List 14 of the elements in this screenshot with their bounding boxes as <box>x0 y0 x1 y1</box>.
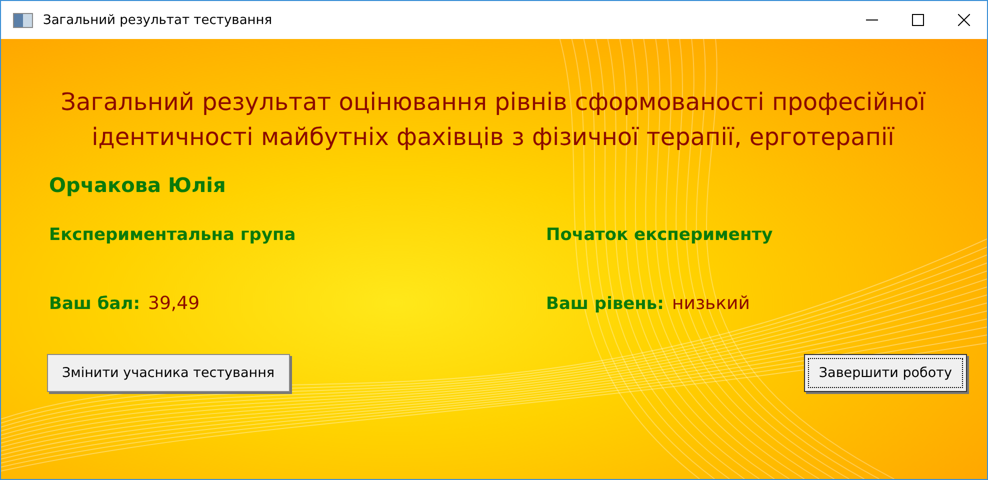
score-value: 39,49 <box>148 293 200 314</box>
maximize-icon <box>912 14 924 26</box>
score-label: Ваш бал: <box>49 294 140 314</box>
participant-name: Орчакова Юлія <box>49 173 227 197</box>
window-title: Загальний результат тестування <box>43 12 274 28</box>
stage-label: Початок експерименту <box>546 225 774 245</box>
close-icon <box>958 14 970 26</box>
change-participant-button[interactable]: Змінити учасника тестування <box>47 354 290 392</box>
level-label: Ваш рівень: <box>546 294 664 314</box>
app-icon <box>13 12 33 28</box>
finish-button[interactable]: Завершити роботу <box>804 354 967 392</box>
level-value: низький <box>672 293 750 314</box>
result-heading: Загальний результат оцінювання рівнів сформованості професійної ідентичності майбутніх фахівців з фізичної терапії, ерготерапії <box>60 87 926 153</box>
group-label: Експериментальна група <box>49 225 297 245</box>
